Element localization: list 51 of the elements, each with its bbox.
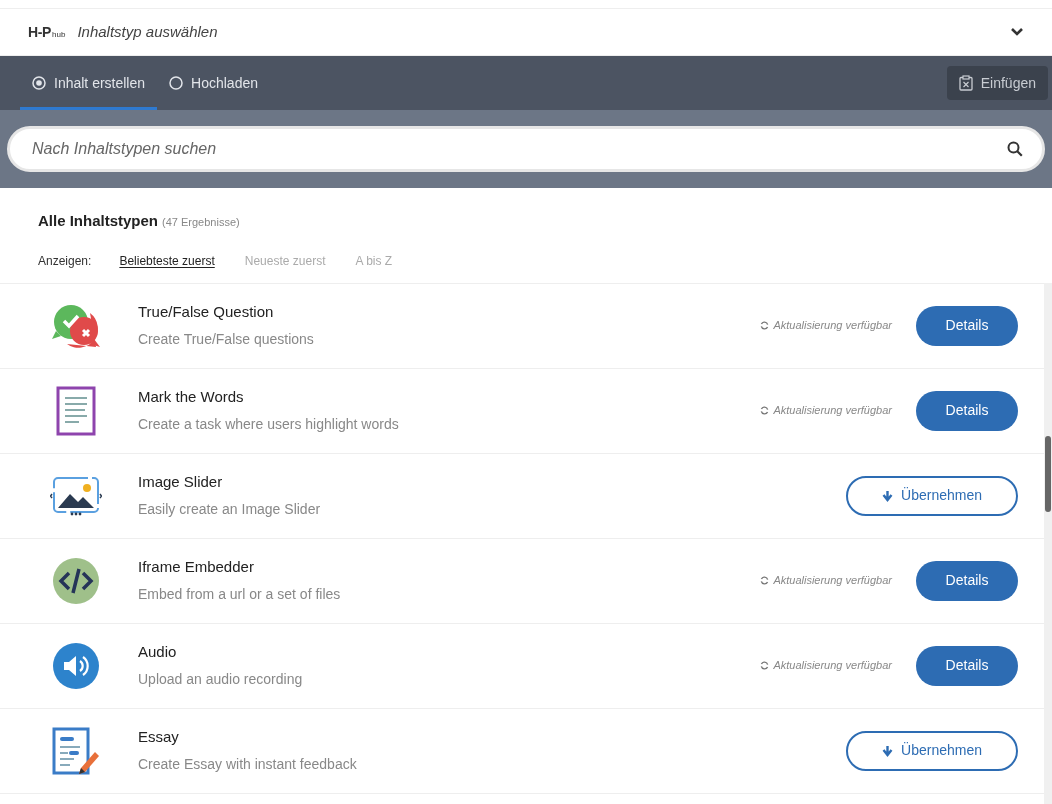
result-count: (47 Ergebnisse) xyxy=(162,215,240,230)
refresh-icon xyxy=(760,321,770,330)
update-note: Aktualisierung verfügbar xyxy=(773,573,892,589)
radio-icon xyxy=(169,76,184,90)
document-icon xyxy=(56,385,96,436)
essay-icon xyxy=(51,725,101,776)
search-icon[interactable] xyxy=(1007,141,1023,157)
content-type-title: Image Slider xyxy=(138,472,224,493)
details-button[interactable]: Details xyxy=(916,390,1018,431)
tab[interactable]: Hochladen xyxy=(157,56,270,110)
update-note: Aktualisierung verfügbar xyxy=(773,318,892,334)
refresh-icon xyxy=(760,406,770,415)
speaker-icon xyxy=(52,641,100,690)
content-type-description: Embed from a url or a set of files xyxy=(138,584,341,604)
install-button[interactable]: Übernehmen xyxy=(846,730,1018,771)
details-button[interactable]: Details xyxy=(916,560,1018,601)
clipboard-icon xyxy=(958,75,973,91)
true-false-icon xyxy=(50,302,102,349)
sort-label: Anzeigen: xyxy=(38,252,92,270)
content-type-description: Create True/False questions xyxy=(138,329,314,349)
search-field[interactable]: Nach Inhaltstypen suchen xyxy=(7,126,1045,172)
paste-button[interactable]: Einfügen xyxy=(946,66,1048,100)
download-arrow-icon xyxy=(882,489,894,502)
chevron-down-icon[interactable] xyxy=(1010,27,1024,37)
logo-suffix: hub xyxy=(52,29,66,41)
image-slider-icon xyxy=(50,475,102,516)
update-note: Aktualisierung verfügbar xyxy=(773,658,892,674)
content-type-description: Create Essay with instant feedback xyxy=(138,754,357,774)
refresh-icon xyxy=(760,661,770,670)
content-type-description: Create a task where users highlight words xyxy=(138,414,399,434)
refresh-icon xyxy=(760,576,770,585)
radio-selected-icon xyxy=(32,76,46,90)
header-title: Inhaltstyp auswählen xyxy=(77,21,218,42)
code-icon xyxy=(52,556,100,605)
download-arrow-icon xyxy=(882,744,894,757)
list-heading: Alle Inhaltstypen xyxy=(38,211,159,231)
content-type-title: Mark the Words xyxy=(138,387,245,408)
content-type-title: Audio xyxy=(138,642,178,663)
logo: H-P xyxy=(28,22,52,42)
content-type-title: True/False Question xyxy=(138,302,275,323)
details-button[interactable]: Details xyxy=(916,645,1018,686)
scrollbar[interactable] xyxy=(1044,282,1052,804)
update-note: Aktualisierung verfügbar xyxy=(773,403,892,419)
content-type-title: Iframe Embedder xyxy=(138,557,255,578)
content-type-description: Upload an audio recording xyxy=(138,669,303,689)
content-type-description: Easily create an Image Slider xyxy=(138,499,321,519)
sort-option[interactable]: Beliebteste zuerst xyxy=(119,251,215,270)
install-button[interactable]: Übernehmen xyxy=(846,475,1018,516)
details-button[interactable]: Details xyxy=(916,305,1018,346)
scrollbar-thumb[interactable] xyxy=(1045,435,1051,512)
content-type-title: Essay xyxy=(138,727,180,748)
